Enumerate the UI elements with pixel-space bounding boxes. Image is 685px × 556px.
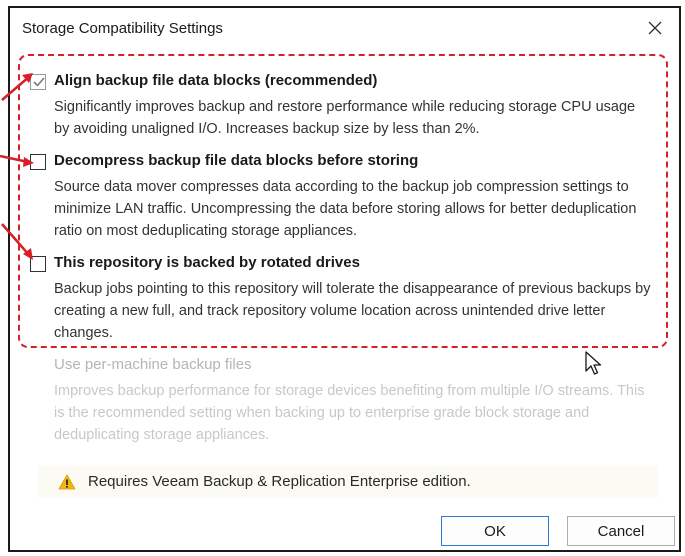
close-icon <box>648 21 662 35</box>
title-bar: Storage Compatibility Settings <box>10 8 679 48</box>
mouse-cursor-icon <box>585 351 602 375</box>
close-button[interactable] <box>643 16 667 40</box>
decompress-blocks-label[interactable]: Decompress backup file data blocks befor… <box>54 152 418 169</box>
ok-button[interactable]: OK <box>441 516 549 546</box>
annotation-arrow-2 <box>0 154 34 167</box>
dialog-title: Storage Compatibility Settings <box>22 20 223 37</box>
warning-icon <box>58 474 76 490</box>
per-machine-files-label: Use per-machine backup files <box>54 356 252 373</box>
decompress-blocks-description: Source data mover compresses data accord… <box>54 179 637 239</box>
annotation-arrow-1 <box>1 73 33 101</box>
align-blocks-label[interactable]: Align backup file data blocks (recommend… <box>54 72 377 89</box>
cancel-button[interactable]: Cancel <box>567 516 675 546</box>
annotation-arrow-3 <box>1 223 33 260</box>
edition-warning: Requires Veeam Backup & Replication Ente… <box>38 466 658 498</box>
storage-compatibility-dialog: Storage Compatibility Settings Align bac… <box>8 6 681 552</box>
per-machine-files-description: Improves backup performance for storage … <box>54 383 645 443</box>
edition-warning-text: Requires Veeam Backup & Replication Ente… <box>88 473 471 490</box>
rotated-drives-description: Backup jobs pointing to this repository … <box>54 281 651 341</box>
rotated-drives-label[interactable]: This repository is backed by rotated dri… <box>54 254 360 271</box>
align-blocks-description: Significantly improves backup and restor… <box>54 99 636 137</box>
